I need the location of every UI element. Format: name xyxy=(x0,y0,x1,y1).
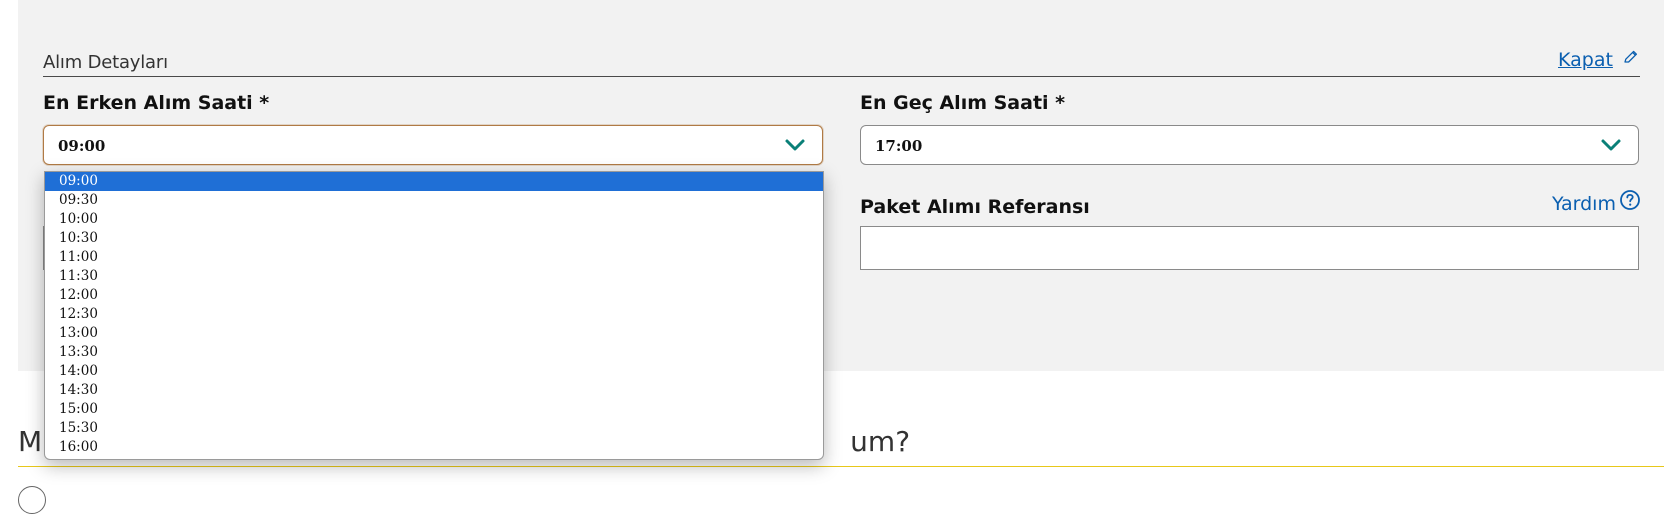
chevron-down-icon xyxy=(785,139,805,151)
latest-time-value: 17:00 xyxy=(875,137,923,155)
dropdown-option[interactable]: 15:30 xyxy=(45,419,823,438)
reference-label: Paket Alımı Referansı xyxy=(860,196,1090,218)
question-circle-icon[interactable] xyxy=(1619,189,1641,211)
section-title: Alım Detayları xyxy=(43,52,168,73)
earliest-time-dropdown[interactable]: 09:00 09:30 10:00 10:30 11:00 11:30 12:00 12:30… xyxy=(44,171,824,460)
dropdown-option[interactable]: 10:30 xyxy=(45,229,823,248)
earliest-time-select[interactable]: 09:00 xyxy=(43,125,823,165)
latest-time-select[interactable]: 17:00 xyxy=(860,125,1639,165)
section-divider xyxy=(43,76,1640,77)
close-link[interactable]: Kapat xyxy=(1558,49,1613,71)
dropdown-option[interactable]: 15:00 xyxy=(45,400,823,419)
reference-input[interactable] xyxy=(860,226,1639,270)
help-link[interactable]: Yardım xyxy=(1552,193,1616,215)
dropdown-option[interactable]: 09:30 xyxy=(45,191,823,210)
dropdown-option[interactable]: 13:30 xyxy=(45,343,823,362)
radio-button[interactable] xyxy=(18,486,46,514)
dropdown-option[interactable]: 10:00 xyxy=(45,210,823,229)
chevron-down-icon xyxy=(1601,139,1621,151)
dropdown-option[interactable]: 14:00 xyxy=(45,362,823,381)
dropdown-option[interactable]: 12:00 xyxy=(45,286,823,305)
pencil-icon[interactable] xyxy=(1622,48,1640,66)
dropdown-option[interactable]: 12:30 xyxy=(45,305,823,324)
dropdown-option[interactable]: 11:00 xyxy=(45,248,823,267)
dropdown-option[interactable]: 09:00 xyxy=(45,172,823,191)
earliest-time-value: 09:00 xyxy=(58,137,106,155)
question-suffix: um? xyxy=(850,425,911,458)
dropdown-option[interactable]: 11:30 xyxy=(45,267,823,286)
question-prefix: M xyxy=(18,425,43,458)
dropdown-option[interactable]: 14:30 xyxy=(45,381,823,400)
dropdown-option[interactable]: 16:00 xyxy=(45,438,823,457)
earliest-time-label: En Erken Alım Saati * xyxy=(43,92,270,114)
dropdown-option[interactable]: 13:00 xyxy=(45,324,823,343)
question-divider xyxy=(18,466,1664,467)
latest-time-label: En Geç Alım Saati * xyxy=(860,92,1066,114)
